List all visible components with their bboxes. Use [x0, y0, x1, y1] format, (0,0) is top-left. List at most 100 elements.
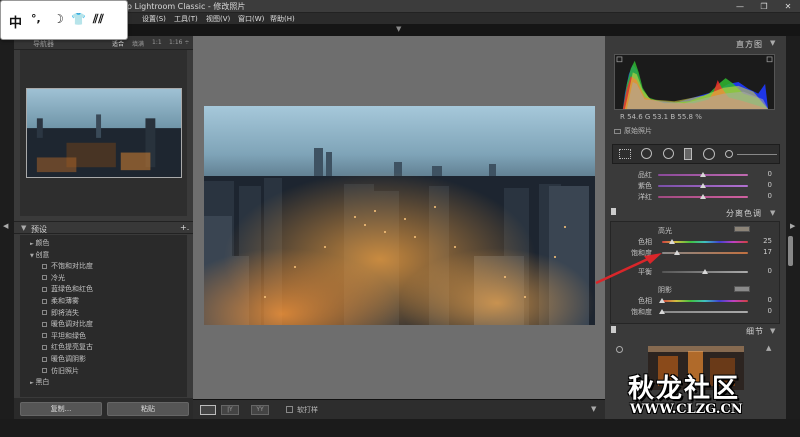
collapse-icon[interactable]: ▼	[21, 224, 26, 232]
hsl-slider-thumb[interactable]	[700, 194, 706, 199]
target-adjust-icon[interactable]	[616, 346, 623, 353]
close-button[interactable]: ✕	[776, 0, 800, 13]
preset-label: 即将消失	[51, 308, 79, 317]
toolbar-dropdown-icon[interactable]: ▼	[591, 405, 596, 413]
hsl-label: 洋红	[638, 193, 652, 201]
punctuation-icon[interactable]: °,	[31, 12, 41, 25]
highlights-color-swatch[interactable]	[734, 226, 750, 232]
zoom-fit[interactable]: 适合	[112, 39, 124, 48]
crop-tool-icon[interactable]	[619, 149, 631, 159]
preset-item[interactable]: 不饱和对比度	[42, 261, 93, 271]
shadow-hue-slider-thumb[interactable]	[659, 298, 665, 303]
shadow-saturation-slider-thumb[interactable]	[659, 309, 665, 314]
preset-item[interactable]: ► 黑白	[30, 377, 49, 387]
panel-toggle-icon[interactable]	[611, 326, 616, 333]
preset-item[interactable]: ► 颜色	[30, 238, 49, 248]
bottom-toolbar: ǀY YY 软打样 ▼	[193, 399, 605, 419]
collapse-icon[interactable]: ▼	[770, 39, 775, 47]
shadows-color-swatch[interactable]	[734, 286, 750, 292]
main-photo[interactable]	[204, 106, 595, 325]
hsl-slider-thumb[interactable]	[700, 172, 706, 177]
skin-icon[interactable]: 👕	[71, 12, 86, 26]
histogram-graph[interactable]	[614, 54, 775, 110]
panel-toggle-icon[interactable]	[611, 208, 616, 215]
highlight-clip-icon[interactable]	[766, 56, 773, 63]
preset-item[interactable]: 柔和薄雾	[42, 296, 79, 306]
shadow-hue-slider-track[interactable]	[662, 300, 748, 302]
preset-item[interactable]: 暖色调阴影	[42, 354, 86, 364]
scrollbar-thumb[interactable]	[788, 236, 793, 266]
adjustment-brush-icon[interactable]	[725, 150, 733, 158]
shadow-saturation-value[interactable]: 0	[758, 307, 772, 315]
right-panel-toggle-icon[interactable]: ▶	[790, 222, 795, 230]
hsl-value[interactable]: 0	[758, 181, 772, 189]
radial-filter-icon[interactable]	[703, 148, 715, 160]
collapse-icon[interactable]: ▼	[770, 209, 775, 217]
highlight-saturation-value[interactable]: 17	[758, 248, 772, 256]
detail-expand-icon[interactable]: ▲	[766, 344, 771, 352]
preset-item[interactable]: 蓝绿色和红色	[42, 284, 93, 294]
highlight-hue-value[interactable]: 25	[758, 237, 772, 245]
original-photo-toggle[interactable]: 原始照片	[614, 126, 652, 136]
navigator-thumbnail[interactable]	[26, 88, 182, 178]
highlights-label: 高光	[658, 227, 672, 235]
preset-item[interactable]: 红色提亮复古	[42, 342, 93, 352]
add-preset-button[interactable]: +.	[180, 223, 189, 232]
graduated-filter-icon[interactable]	[684, 148, 692, 160]
maximize-button[interactable]: ❐	[752, 0, 776, 13]
loupe-view-icon[interactable]	[200, 405, 216, 415]
shadow-hue-value[interactable]: 0	[758, 296, 772, 304]
preset-icon	[42, 344, 47, 350]
highlight-hue-slider-thumb[interactable]	[669, 239, 675, 244]
detail-title: 细节	[746, 327, 764, 336]
toolbox-icon[interactable]: ⫽⫽	[93, 12, 104, 27]
brush-size-track[interactable]	[737, 154, 777, 155]
balance-slider-thumb[interactable]	[702, 269, 708, 274]
zoom-1-1[interactable]: 1:1	[152, 39, 162, 46]
before-after-swap-icon[interactable]: YY	[251, 405, 269, 415]
right-panel-edge[interactable]: ▶	[786, 36, 800, 419]
left-panel-toggle-icon[interactable]: ◀	[3, 222, 8, 230]
preset-item[interactable]: 仿旧照片	[42, 366, 79, 376]
hsl-slider-thumb[interactable]	[700, 183, 706, 188]
copy-settings-button[interactable]: 复制...	[20, 402, 102, 416]
highlight-hue-label: 色相	[638, 238, 652, 246]
shadow-clip-icon[interactable]	[616, 56, 623, 63]
split-toning-title: 分离色调	[726, 209, 762, 218]
menu-settings[interactable]: 设置(S)	[142, 14, 166, 24]
before-after-icon[interactable]: ǀY	[221, 405, 239, 415]
histogram-header[interactable]: 直方图 ▼	[608, 36, 780, 50]
left-panel-edge[interactable]: ◀	[0, 36, 14, 419]
preset-item[interactable]: 即将消失	[42, 308, 79, 318]
paste-settings-button[interactable]: 粘贴	[107, 402, 189, 416]
preset-label: 暖色调对比度	[51, 320, 93, 329]
zoom-fill[interactable]: 填满	[132, 39, 144, 48]
collapse-icon[interactable]: ▼	[770, 327, 775, 335]
chinese-mode-icon[interactable]: 中	[9, 12, 22, 31]
menu-help[interactable]: 帮助(H)	[270, 14, 295, 24]
zoom-1-16[interactable]: 1:16 ÷	[169, 39, 189, 46]
preset-item[interactable]: 冷光	[42, 273, 65, 283]
red-eye-icon[interactable]	[663, 148, 674, 159]
detail-header[interactable]: 细节 ▼	[608, 324, 780, 338]
preset-item[interactable]: 暖色调对比度	[42, 319, 93, 329]
ime-toolbar[interactable]: 中 °, ☽ 👕 ⫽⫽	[0, 0, 128, 40]
soft-proof-checkbox[interactable]	[286, 406, 293, 413]
collapse-arrow-icon[interactable]: ▼	[396, 25, 401, 33]
rgb-readout: R 54.6 G 53.1 B 55.8 %	[620, 113, 702, 121]
menu-tools[interactable]: 工具(T)	[174, 14, 198, 24]
moon-icon[interactable]: ☽	[53, 12, 64, 26]
split-toning-header[interactable]: 分离色调 ▼	[608, 206, 780, 220]
hsl-value[interactable]: 0	[758, 192, 772, 200]
menu-view[interactable]: 视图(V)	[206, 14, 230, 24]
hsl-value[interactable]: 0	[758, 170, 772, 178]
menu-window[interactable]: 窗口(W)	[238, 14, 264, 24]
spot-removal-icon[interactable]	[641, 148, 652, 159]
presets-header[interactable]: ▼ 预设 +.	[14, 221, 193, 234]
preset-item[interactable]: ▼ 创意	[30, 250, 49, 260]
balance-value[interactable]: 0	[758, 267, 772, 275]
preset-icon	[42, 310, 47, 316]
preset-item[interactable]: 平坦和绿色	[42, 331, 86, 341]
minimize-button[interactable]: —	[728, 0, 752, 13]
shadow-saturation-slider-track[interactable]	[662, 311, 748, 313]
